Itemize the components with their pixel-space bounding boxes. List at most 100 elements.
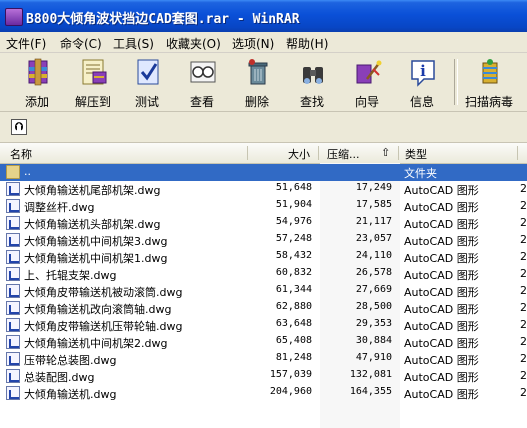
file-size: 60,832	[275, 267, 312, 278]
test-button[interactable]: 测试	[124, 55, 170, 109]
file-packed-size: 17,585	[355, 199, 392, 210]
add-archive-icon	[28, 58, 48, 86]
list-item[interactable]: 大倾角输送机改向滚筒轴.dwg 62,880 28,500 AutoCAD 图形 2	[0, 300, 527, 317]
file-type: AutoCAD 图形	[404, 303, 479, 316]
toolbar-separator	[454, 59, 458, 105]
file-size: 57,248	[275, 233, 312, 244]
list-header: 名称 大小 压缩... ⇧ 类型	[0, 143, 527, 164]
view-label: 查看	[189, 95, 214, 109]
autocad-dwg-icon	[6, 301, 20, 315]
winrar-app-icon[interactable]	[5, 8, 23, 26]
list-item[interactable]: 大倾角输送机尾部机架.dwg 51,648 17,249 AutoCAD 图形 2	[0, 181, 527, 198]
file-modified-truncated: 2	[520, 386, 527, 399]
file-name: 大倾角输送机中间机架1.dwg	[24, 252, 168, 265]
menu-options[interactable]: 选项(N)	[232, 35, 274, 52]
file-packed-size: 27,669	[355, 284, 392, 295]
file-size: 61,344	[275, 284, 312, 295]
delete-button[interactable]: 删除	[234, 55, 280, 109]
column-divider[interactable]	[398, 146, 399, 160]
list-item[interactable]: 大倾角输送机中间机架1.dwg 58,432 24,110 AutoCAD 图形 2	[0, 249, 527, 266]
file-modified-truncated: 2	[520, 284, 527, 297]
file-packed-size: 23,057	[355, 233, 392, 244]
file-name: 压带轮总装图.dwg	[24, 354, 117, 367]
file-type: AutoCAD 图形	[404, 218, 479, 231]
list-item[interactable]: 上、托辊支架.dwg 60,832 26,578 AutoCAD 图形 2	[0, 266, 527, 283]
file-packed-size: 24,110	[355, 250, 392, 261]
info-button[interactable]: i 信息	[399, 55, 445, 109]
file-size: 204,960	[269, 386, 312, 397]
up-arrow-icon[interactable]: ⮉	[11, 119, 27, 135]
file-packed-size: 47,910	[355, 352, 392, 363]
file-packed-size: 164,355	[349, 386, 392, 397]
file-size: 157,039	[269, 369, 312, 380]
virus-scan-button[interactable]: 扫描病毒	[465, 55, 513, 109]
autocad-dwg-icon	[6, 216, 20, 230]
file-name: ..	[24, 165, 31, 178]
add-label: 添加	[24, 95, 49, 109]
svg-text:i: i	[420, 62, 426, 80]
find-label: 查找	[299, 95, 324, 109]
column-divider[interactable]	[517, 146, 518, 160]
file-type: AutoCAD 图形	[404, 252, 479, 265]
column-name[interactable]: 名称	[10, 146, 32, 162]
column-divider[interactable]	[247, 146, 248, 160]
menu-file[interactable]: 文件(F)	[6, 35, 46, 52]
wizard-button[interactable]: 向导	[344, 55, 390, 109]
list-item[interactable]: 大倾角皮带输送机被动滚筒.dwg 61,344 27,669 AutoCAD 图形 2	[0, 283, 527, 300]
file-type: AutoCAD 图形	[404, 286, 479, 299]
list-item-parent-folder[interactable]: .. 文件夹	[0, 164, 527, 181]
file-type: AutoCAD 图形	[404, 184, 479, 197]
file-packed-size: 28,500	[355, 301, 392, 312]
menu-help[interactable]: 帮助(H)	[286, 35, 328, 52]
file-name: 大倾角皮带输送机被动滚筒.dwg	[24, 286, 183, 299]
file-modified-truncated: 2	[520, 335, 527, 348]
menu-commands[interactable]: 命令(C)	[60, 35, 102, 52]
file-modified-truncated: 2	[520, 233, 527, 246]
list-item[interactable]: 大倾角输送机.dwg 204,960 164,355 AutoCAD 图形 2	[0, 385, 527, 402]
file-size: 81,248	[275, 352, 312, 363]
file-packed-size: 30,884	[355, 335, 392, 346]
list-item[interactable]: 总装配图.dwg 157,039 132,081 AutoCAD 图形 2	[0, 368, 527, 385]
file-modified-truncated: 2	[520, 352, 527, 365]
file-packed-size: 132,081	[349, 369, 392, 380]
list-item[interactable]: 大倾角输送机中间机架2.dwg 65,408 30,884 AutoCAD 图形 2	[0, 334, 527, 351]
column-packed[interactable]: 压缩...	[327, 146, 360, 162]
file-type: AutoCAD 图形	[404, 337, 479, 350]
list-item[interactable]: 压带轮总装图.dwg 81,248 47,910 AutoCAD 图形 2	[0, 351, 527, 368]
list-item[interactable]: 调整丝杆.dwg 51,904 17,585 AutoCAD 图形 2	[0, 198, 527, 215]
column-divider[interactable]	[318, 146, 319, 160]
file-modified-truncated: 2	[520, 216, 527, 229]
menu-bar: 文件(F) 命令(C) 工具(S) 收藏夹(O) 选项(N) 帮助(H)	[0, 32, 527, 53]
file-packed-size: 17,249	[355, 182, 392, 193]
autocad-dwg-icon	[6, 386, 20, 400]
file-name: 调整丝杆.dwg	[24, 201, 95, 214]
file-type: AutoCAD 图形	[404, 235, 479, 248]
autocad-dwg-icon	[6, 352, 20, 366]
file-size: 65,408	[275, 335, 312, 346]
file-size: 58,432	[275, 250, 312, 261]
list-item[interactable]: 大倾角皮带输送机压带轮轴.dwg 63,648 29,353 AutoCAD 图形 2	[0, 317, 527, 334]
file-modified-truncated: 2	[520, 369, 527, 382]
autocad-dwg-icon	[6, 199, 20, 213]
menu-tools[interactable]: 工具(S)	[113, 35, 154, 52]
test-icon	[137, 59, 159, 85]
file-list: 名称 大小 压缩... ⇧ 类型 .. 文件夹 大倾角输送机尾部机架.dwg 51…	[0, 143, 527, 428]
list-item[interactable]: 大倾角输送机头部机架.dwg 54,976 21,117 AutoCAD 图形 2	[0, 215, 527, 232]
extract-to-icon	[82, 59, 107, 85]
file-size: 62,880	[275, 301, 312, 312]
autocad-dwg-icon	[6, 284, 20, 298]
column-size[interactable]: 大小	[288, 146, 310, 162]
menu-favorites[interactable]: 收藏夹(O)	[166, 35, 221, 52]
file-type: AutoCAD 图形	[404, 371, 479, 384]
autocad-dwg-icon	[6, 267, 20, 281]
extract-to-button[interactable]: 解压到	[70, 55, 116, 109]
find-button[interactable]: 查找	[289, 55, 335, 109]
file-name: 总装配图.dwg	[24, 371, 95, 384]
info-icon: i	[411, 60, 435, 87]
view-button[interactable]: 查看	[179, 55, 225, 109]
column-type[interactable]: 类型	[405, 146, 427, 162]
list-item[interactable]: 大倾角输送机中间机架3.dwg 57,248 23,057 AutoCAD 图形 2	[0, 232, 527, 249]
file-modified-truncated: 2	[520, 267, 527, 280]
add-button[interactable]: 添加	[14, 55, 60, 109]
file-packed-size: 21,117	[355, 216, 392, 227]
